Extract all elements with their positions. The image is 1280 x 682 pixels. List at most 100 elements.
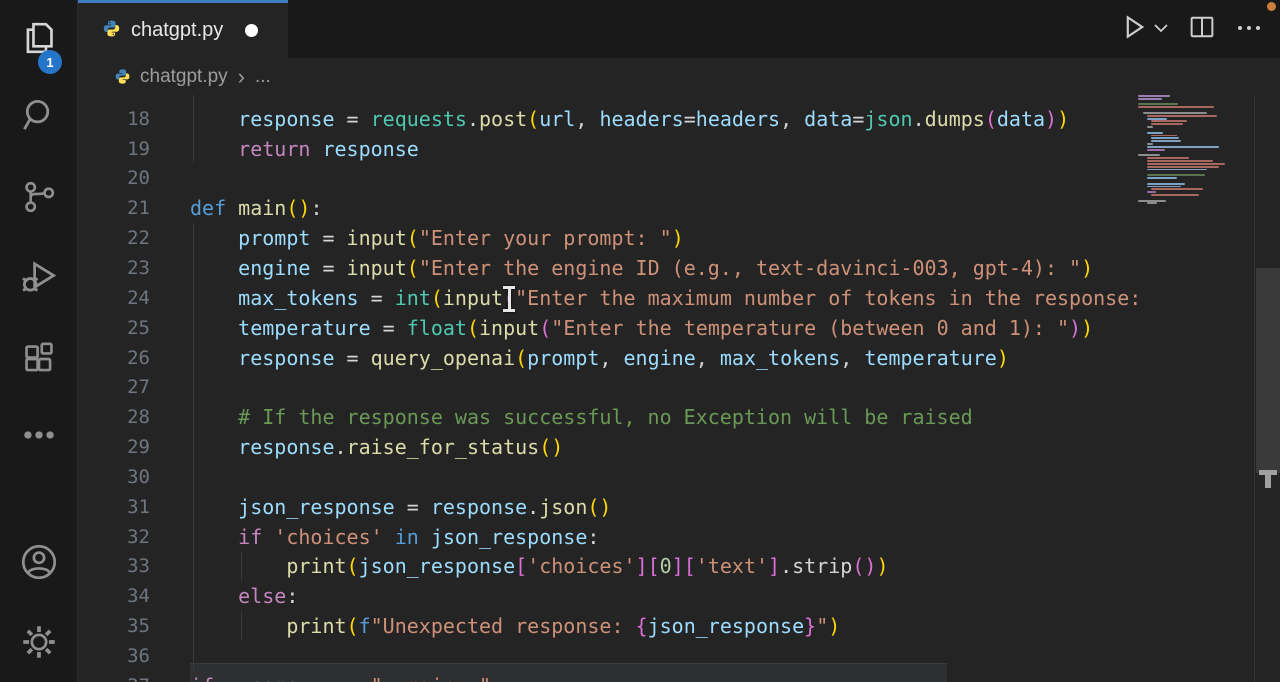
line-number: 22 [78, 227, 150, 249]
split-editor-button[interactable] [1190, 16, 1214, 43]
source-control-button[interactable] [0, 169, 78, 229]
line-number: 28 [78, 406, 150, 428]
run-button[interactable] [1124, 15, 1168, 44]
code-line[interactable]: 30 [78, 462, 1140, 492]
minimap-row [1147, 149, 1165, 151]
editor-scrollbar[interactable] [1255, 95, 1280, 682]
minimap-row [1138, 95, 1170, 97]
minimap-row [1147, 183, 1185, 185]
code-text: if __name__ == "__main__": [150, 674, 503, 682]
run-debug-button[interactable] [0, 249, 78, 309]
code-line[interactable] [78, 95, 1140, 104]
extensions-icon [21, 341, 57, 382]
line-number: 32 [78, 526, 150, 548]
scrollbar-thumb[interactable] [1256, 268, 1280, 473]
minimap-row [1147, 186, 1181, 188]
code-line[interactable]: 34 else: [78, 581, 1140, 611]
minimap-row [1138, 103, 1178, 105]
minimap-row [1147, 115, 1217, 117]
line-number: 23 [78, 257, 150, 279]
code-line[interactable]: 33 print(json_response['choices'][0]['te… [78, 552, 1140, 582]
chevron-down-icon[interactable] [1154, 20, 1168, 38]
minimap-row [1151, 123, 1183, 125]
code-text: print(f"Unexpected response: {json_respo… [150, 614, 840, 638]
minimap-row [1147, 118, 1167, 120]
breadcrumb: chatgpt.py › ... [78, 58, 1280, 95]
modified-dot-icon[interactable] [245, 24, 258, 37]
tab-chatgpt-py[interactable]: chatgpt.py [78, 0, 288, 58]
breadcrumb-symbol-more[interactable]: ... [255, 66, 271, 88]
code-text: if 'choices' in json_response: [150, 525, 599, 549]
minimap-row [1151, 120, 1187, 122]
code-text: # If the response was successful, no Exc… [150, 405, 973, 429]
line-number: 25 [78, 317, 150, 339]
ellipsis-icon [21, 417, 57, 458]
activity-bar: 1 [0, 0, 78, 682]
code-text: def main(): [150, 196, 322, 220]
more-actions-button[interactable] [1236, 20, 1262, 38]
line-number: 27 [78, 376, 150, 398]
code-text: response.raise_for_status() [150, 435, 563, 459]
source-control-icon [21, 178, 57, 221]
minimap-row [1147, 126, 1153, 128]
minimap-row [1147, 160, 1213, 162]
search-button[interactable] [0, 88, 78, 148]
minimap-row [1143, 112, 1207, 114]
extensions-button[interactable] [0, 331, 78, 391]
code-line[interactable]: 26 response = query_openai(prompt, engin… [78, 343, 1140, 373]
explorer-button[interactable]: 1 [0, 10, 78, 70]
tab-title: chatgpt.py [131, 19, 223, 42]
line-number: 31 [78, 496, 150, 518]
minimap-row [1138, 106, 1214, 108]
python-icon [102, 19, 121, 43]
code-line[interactable]: 28 # If the response was successful, no … [78, 402, 1140, 432]
code-line[interactable]: 32 if 'choices' in json_response: [78, 522, 1140, 552]
line-number: 33 [78, 555, 150, 577]
code-line[interactable]: 35 print(f"Unexpected response: {json_re… [78, 611, 1140, 641]
minimap-row [1147, 163, 1225, 165]
code-line[interactable]: 29 response.raise_for_status() [78, 432, 1140, 462]
additional-views-button[interactable] [0, 407, 78, 467]
account-icon [19, 542, 59, 587]
code-text: engine = input("Enter the engine ID (e.g… [150, 256, 1093, 280]
code-line[interactable]: 18 response = requests.post(url, headers… [78, 104, 1140, 134]
minimap-row [1147, 132, 1163, 134]
chevron-right-icon: › [238, 69, 245, 85]
code-line[interactable]: 36 [78, 641, 1140, 671]
line-number: 30 [78, 466, 150, 488]
split-editor-icon [1190, 25, 1214, 42]
code-line[interactable]: 37if __name__ == "__main__": [78, 671, 1140, 682]
code-line[interactable]: 21def main(): [78, 193, 1140, 223]
code-line[interactable]: 19 return response [78, 134, 1140, 164]
minimap-row [1147, 174, 1205, 176]
text-cursor-icon [503, 286, 515, 312]
line-number: 37 [78, 675, 150, 682]
code-line[interactable]: 31 json_response = response.json() [78, 492, 1140, 522]
minimap-row [1147, 146, 1219, 148]
minimap-row [1151, 137, 1179, 139]
line-number: 20 [78, 167, 150, 189]
minimap-row [1147, 143, 1153, 145]
line-number: 19 [78, 138, 150, 160]
minimap[interactable] [1138, 95, 1234, 682]
minimap-row [1147, 169, 1207, 171]
gear-icon [19, 622, 59, 667]
minimap-row [1147, 202, 1157, 204]
settings-button[interactable] [0, 614, 78, 674]
code-text: temperature = float(input("Enter the tem… [150, 316, 1093, 340]
code-text: return response [150, 137, 419, 161]
code-line[interactable]: 27 [78, 372, 1140, 402]
code-line[interactable]: 24 max_tokens = int(input("Enter the max… [78, 283, 1140, 313]
breadcrumb-file[interactable]: chatgpt.py [140, 66, 228, 88]
code-line[interactable]: 22 prompt = input("Enter your prompt: ") [78, 223, 1140, 253]
run-debug-icon [20, 258, 58, 301]
code-line[interactable]: 23 engine = input("Enter the engine ID (… [78, 253, 1140, 283]
code-line[interactable]: 20 [78, 164, 1140, 194]
code-text: response = query_openai(prompt, engine, … [150, 346, 1009, 370]
line-number: 18 [78, 108, 150, 130]
code-line[interactable]: 25 temperature = float(input("Enter the … [78, 313, 1140, 343]
code-editor[interactable]: 18 response = requests.post(url, headers… [78, 95, 1280, 682]
code-text: print(json_response['choices'][0]['text'… [150, 554, 888, 578]
line-number: 29 [78, 436, 150, 458]
account-button[interactable] [0, 534, 78, 594]
